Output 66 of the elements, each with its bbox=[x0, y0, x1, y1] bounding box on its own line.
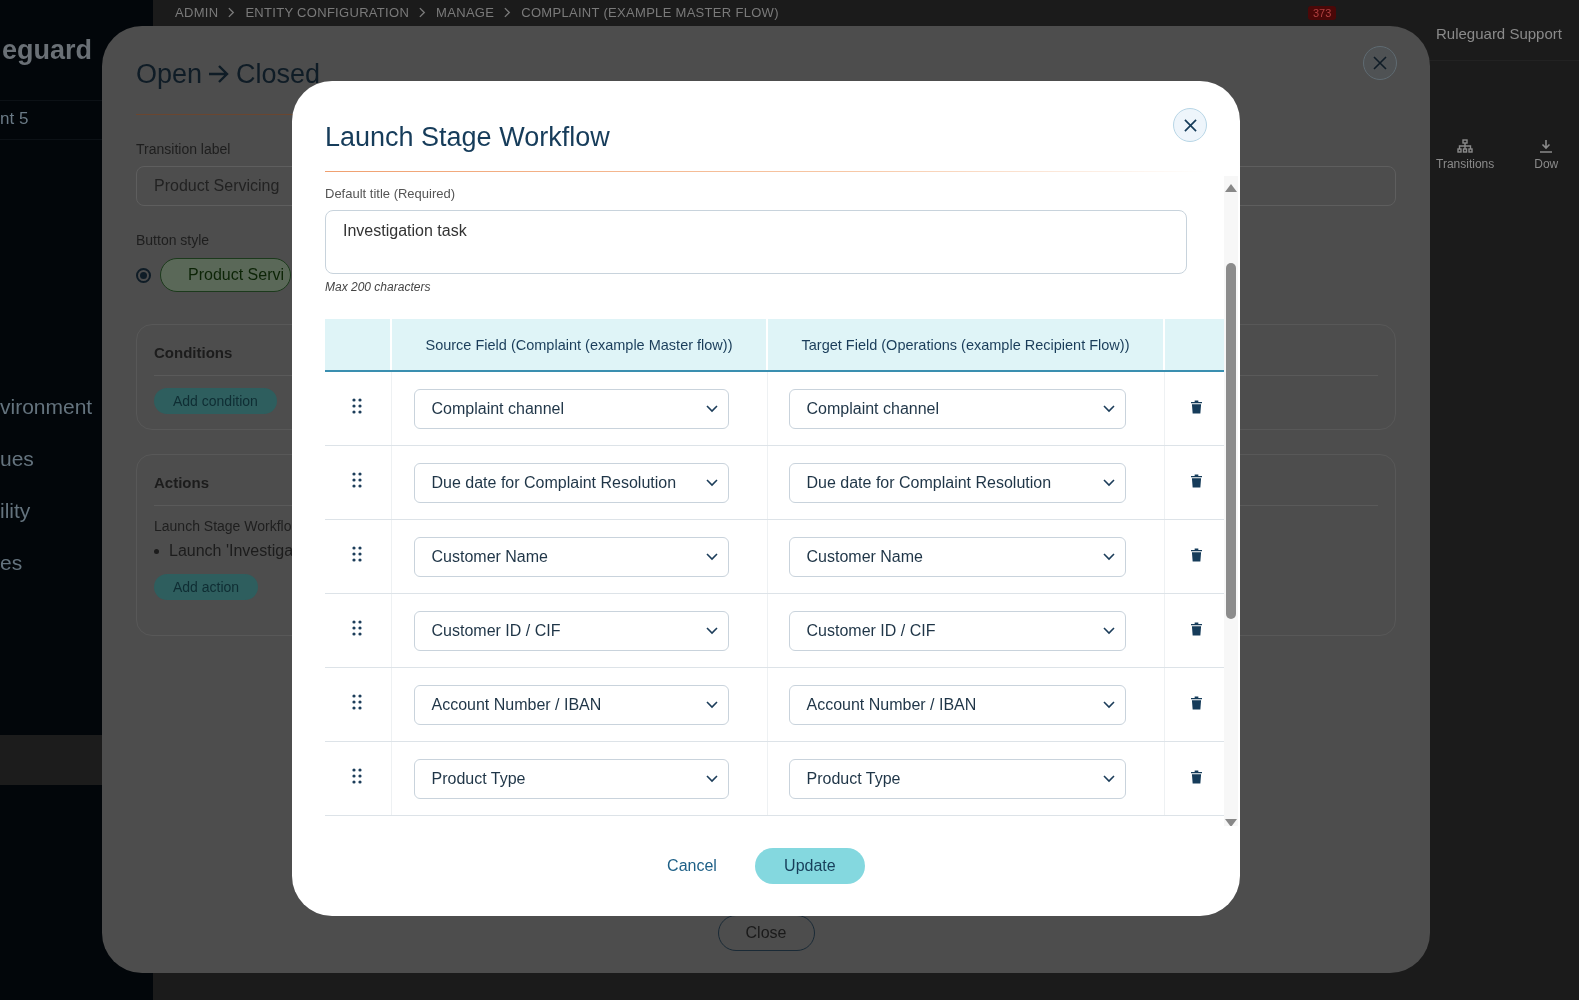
delete-icon[interactable] bbox=[1191, 769, 1203, 784]
drag-handle-icon[interactable] bbox=[351, 767, 362, 784]
drag-handle-icon[interactable] bbox=[351, 471, 362, 488]
target-field-select[interactable]: Customer ID / CIF bbox=[788, 610, 1126, 651]
source-field-select[interactable]: Account Number / IBAN bbox=[413, 684, 729, 725]
scrollbar[interactable] bbox=[1224, 176, 1238, 826]
button-style-preview: Product Servi bbox=[160, 258, 291, 292]
chevron-down-icon bbox=[1102, 552, 1115, 561]
chevron-down-icon bbox=[705, 404, 718, 413]
dialog-title: Closed bbox=[236, 58, 321, 90]
delete-icon[interactable] bbox=[1191, 621, 1203, 636]
target-field-select[interactable]: Complaint channel bbox=[788, 388, 1126, 429]
field-hint: Max 200 characters bbox=[325, 280, 432, 294]
chevron-down-icon bbox=[1102, 774, 1115, 783]
column-header: Target Field (Operations (example Recipient Flow)) bbox=[767, 319, 1164, 371]
target-field-select[interactable]: Due date for Complaint Resolution bbox=[788, 462, 1126, 503]
delete-icon[interactable] bbox=[1191, 695, 1203, 710]
breadcrumb-link[interactable]: COMPLAINT (EXAMPLE MASTER FLOW) bbox=[521, 5, 779, 20]
drag-handle-icon[interactable] bbox=[351, 397, 362, 414]
chevron-down-icon bbox=[1102, 404, 1115, 413]
table-header bbox=[325, 319, 391, 371]
close-icon bbox=[1373, 56, 1387, 70]
delete-icon[interactable] bbox=[1191, 399, 1203, 414]
column-header: Source Field (Complaint (example Master flow)) bbox=[391, 319, 767, 371]
source-field-select[interactable]: Customer Name bbox=[413, 536, 729, 577]
chevron-right-icon bbox=[228, 7, 236, 18]
chevron-down-icon bbox=[705, 478, 718, 487]
update-button[interactable]: Update bbox=[754, 848, 865, 884]
breadcrumb-link[interactable]: ENTITY CONFIGURATION bbox=[245, 5, 410, 20]
delete-icon[interactable] bbox=[1191, 547, 1203, 562]
chevron-down-icon bbox=[1102, 626, 1115, 635]
download-icon bbox=[1539, 139, 1554, 153]
toolbar-button[interactable]: Transitions bbox=[1436, 139, 1495, 171]
source-field-select[interactable]: Due date for Complaint Resolution bbox=[413, 462, 729, 503]
chevron-down-icon bbox=[1102, 700, 1115, 709]
breadcrumb-link[interactable]: MANAGE bbox=[436, 5, 495, 20]
arrow-right-icon bbox=[208, 64, 231, 84]
field-label: Default title (Required) bbox=[325, 186, 457, 201]
target-field-select[interactable]: Account Number / IBAN bbox=[788, 684, 1126, 725]
close-icon bbox=[1183, 118, 1197, 132]
notification-badge: 373 bbox=[1308, 6, 1337, 20]
chevron-down-icon bbox=[705, 552, 718, 561]
drag-handle-icon[interactable] bbox=[351, 619, 362, 636]
radio-button[interactable] bbox=[136, 267, 151, 283]
toolbar-button[interactable]: Dow bbox=[1534, 139, 1559, 171]
bullet-icon bbox=[154, 548, 159, 554]
user-name[interactable]: Ruleguard Support bbox=[1436, 25, 1562, 42]
chevron-down-icon bbox=[1102, 478, 1115, 487]
source-field-select[interactable]: Customer ID / CIF bbox=[413, 610, 729, 651]
target-field-select[interactable]: Customer Name bbox=[788, 536, 1126, 577]
delete-icon[interactable] bbox=[1191, 473, 1203, 488]
source-field-select[interactable]: Complaint channel bbox=[413, 388, 729, 429]
hierarchy-icon bbox=[1457, 139, 1474, 153]
chevron-right-icon bbox=[419, 7, 427, 18]
chevron-down-icon bbox=[705, 626, 718, 635]
dialog-title: Launch Stage Workflow bbox=[325, 121, 610, 153]
source-field-select[interactable]: Product Type bbox=[413, 758, 729, 799]
breadcrumb-link[interactable]: ADMIN bbox=[175, 5, 219, 20]
drag-handle-icon[interactable] bbox=[351, 545, 362, 562]
target-field-select[interactable]: Product Type bbox=[788, 758, 1126, 799]
drag-handle-icon[interactable] bbox=[351, 693, 362, 710]
title-field[interactable]: Investigation task bbox=[325, 210, 1187, 274]
chevron-right-icon bbox=[504, 7, 512, 18]
chevron-down-icon bbox=[705, 700, 718, 709]
chevron-down-icon bbox=[705, 774, 718, 783]
cancel-button[interactable]: Cancel bbox=[667, 857, 717, 875]
